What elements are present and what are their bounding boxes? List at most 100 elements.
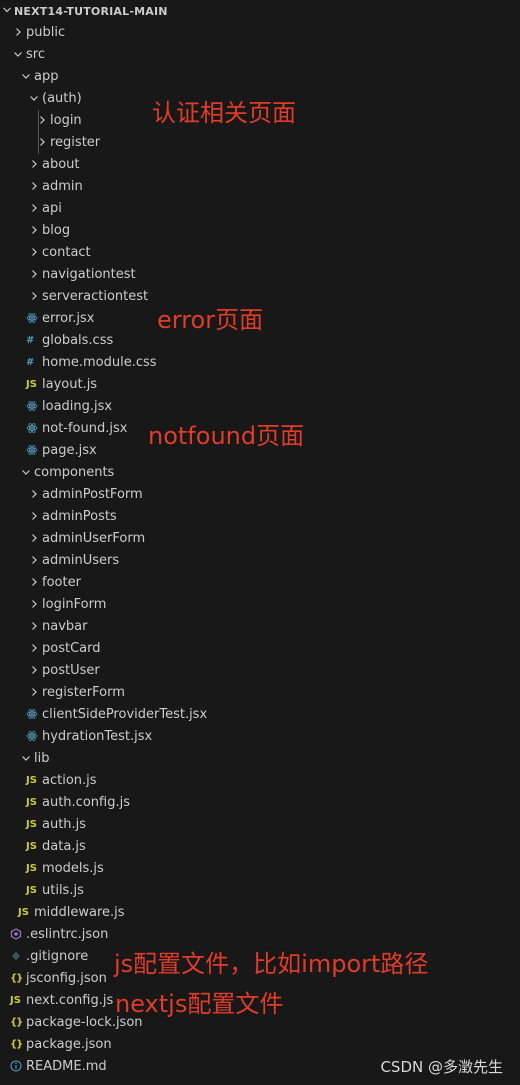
tree-item-label: adminPosts [42,508,117,524]
json-icon: {} [10,972,23,984]
react-icon [26,444,42,456]
tree-item-label: data.js [42,838,86,854]
tree-item-registerform[interactable]: registerForm [0,681,520,703]
tree-item-clientsideprovidertest-jsx[interactable]: clientSideProviderTest.jsx [0,703,520,725]
tree-item-label: globals.css [42,332,114,348]
tree-item-label: postCard [42,640,101,656]
annotation-notfound: notfound页面 [148,422,305,450]
tree-item-postuser[interactable]: postUser [0,659,520,681]
chevron-right-icon [26,599,42,609]
explorer-header[interactable]: NEXT14-TUTORIAL-MAIN [0,0,520,22]
tree-item-adminuserform[interactable]: adminUserForm [0,527,520,549]
tree-item-postcard[interactable]: postCard [0,637,520,659]
tree-item-middleware-js[interactable]: JS middleware.js [0,901,520,923]
tree-item-label: register [50,134,101,150]
chevron-right-icon [26,643,42,653]
chevron-right-icon [26,159,42,169]
explorer-title: NEXT14-TUTORIAL-MAIN [14,4,168,18]
js-icon: JS [26,774,37,786]
tree-item-auth-config-js[interactable]: JS auth.config.js [0,791,520,813]
react-icon [26,400,42,412]
tree-item-adminposts[interactable]: adminPosts [0,505,520,527]
tree-item-lib[interactable]: lib [0,747,520,769]
tree-item-label: action.js [42,772,97,788]
tree-item-label: middleware.js [34,904,125,920]
tree-item-layout-js[interactable]: JS layout.js [0,373,520,395]
tree-item-about[interactable]: about [0,153,520,175]
tree-item-package-json[interactable]: {} package.json [0,1033,520,1055]
tree-item-action-js[interactable]: JS action.js [0,769,520,791]
tree-item-label: adminUsers [42,552,120,568]
chevron-down-icon [2,5,12,18]
tree-item-loading-jsx[interactable]: loading.jsx [0,395,520,417]
tree-item-auth-js[interactable]: JS auth.js [0,813,520,835]
tree-item-register[interactable]: register [0,131,520,153]
annotation-auth: 认证相关页面 [152,99,296,127]
tree-item-label: .gitignore [26,948,89,964]
tree-item-blog[interactable]: blog [0,219,520,241]
tree-item-label: login [50,112,82,128]
tree-item-api[interactable]: api [0,197,520,219]
chevron-right-icon [26,665,42,675]
chevron-right-icon [26,203,42,213]
tree-item-label: adminPostForm [42,486,143,502]
tree-item-label: src [26,46,45,62]
js-icon: JS [26,796,37,808]
js-icon: JS [26,378,37,390]
tree-item-navbar[interactable]: navbar [0,615,520,637]
react-icon [26,422,42,434]
tree-item-label: public [26,24,66,40]
tree-item-label: auth.config.js [42,794,130,810]
tree-item-models-js[interactable]: JS models.js [0,857,520,879]
tree-item-utils-js[interactable]: JS utils.js [0,879,520,901]
chevron-right-icon [26,181,42,191]
chevron-right-icon [26,291,42,301]
tree-item-label: hydrationTest.jsx [42,728,153,744]
js-icon: JS [10,994,21,1006]
tree-item-navigationtest[interactable]: navigationtest [0,263,520,285]
chevron-right-icon [26,533,42,543]
tree-item-label: loginForm [42,596,107,612]
eslint-icon [10,928,26,940]
tree-item-label: registerForm [42,684,125,700]
tree-item-hydrationtest-jsx[interactable]: hydrationTest.jsx [0,725,520,747]
chevron-down-icon [18,753,34,763]
tree-item-loginform[interactable]: loginForm [0,593,520,615]
chevron-right-icon [26,225,42,235]
tree-item-app[interactable]: app [0,65,520,87]
tree-item-label: .eslintrc.json [26,926,109,942]
chevron-down-icon [26,93,42,103]
tree-item-label: navbar [42,618,88,634]
tree-item-label: home.module.css [42,354,157,370]
tree-item-src[interactable]: src [0,43,520,65]
tree-item-public[interactable]: public [0,21,520,43]
chevron-right-icon [10,27,26,37]
json-icon: {} [10,1016,23,1028]
tree-item-label: utils.js [42,882,84,898]
tree-item-data-js[interactable]: JS data.js [0,835,520,857]
chevron-right-icon [26,687,42,697]
tree-item-label: about [42,156,80,172]
tree-item-label: not-found.jsx [42,420,128,436]
tree-item-label: page.jsx [42,442,97,458]
tree-item-label: layout.js [42,376,98,392]
tree-item-label: admin [42,178,83,194]
js-icon: JS [26,818,37,830]
chevron-down-icon [10,49,26,59]
annotation-nextconfig: nextjs配置文件 [115,990,284,1018]
tree-item-footer[interactable]: footer [0,571,520,593]
chevron-right-icon [26,489,42,499]
tree-item-components[interactable]: components [0,461,520,483]
tree-item-eslintrc-json[interactable]: .eslintrc.json [0,923,520,945]
tree-item-home-module-css[interactable]: # home.module.css [0,351,520,373]
tree-item-label: adminUserForm [42,530,146,546]
tree-item-adminpostform[interactable]: adminPostForm [0,483,520,505]
js-icon: JS [26,884,37,896]
react-icon [26,312,42,324]
tree-item-contact[interactable]: contact [0,241,520,263]
tree-item-admin[interactable]: admin [0,175,520,197]
tree-item-adminusers[interactable]: adminUsers [0,549,520,571]
chevron-right-icon [26,269,42,279]
tree-item-label: loading.jsx [42,398,113,414]
chevron-down-icon [18,71,34,81]
